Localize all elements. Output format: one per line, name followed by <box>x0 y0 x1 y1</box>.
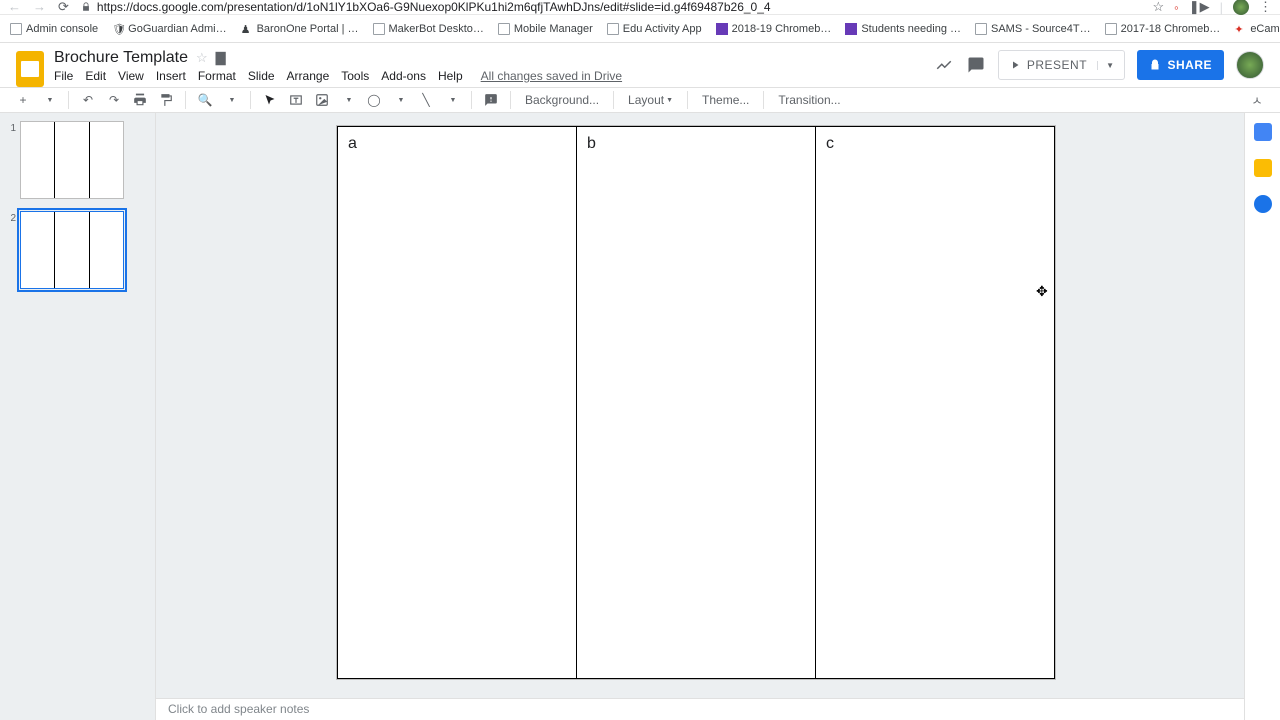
new-slide-button[interactable]: + <box>12 89 34 111</box>
extension-icon-2[interactable]: ❚▶ <box>1189 0 1210 15</box>
background-button[interactable]: Background... <box>519 89 605 111</box>
print-button[interactable] <box>129 89 151 111</box>
chrome-menu-icon[interactable]: ⋮ <box>1259 0 1272 15</box>
bookmark-item[interactable]: ♟BaronOne Portal | … <box>241 23 359 35</box>
chess-icon: ♟ <box>241 23 253 35</box>
line-tool[interactable]: ╲ <box>415 89 437 111</box>
image-tool[interactable] <box>311 89 333 111</box>
explore-icon[interactable] <box>934 55 954 75</box>
transition-button[interactable]: Transition... <box>772 89 846 111</box>
menu-slide[interactable]: Slide <box>248 69 275 83</box>
bookmark-item[interactable]: Edu Activity App <box>607 23 702 35</box>
bookmark-item[interactable]: ✦eCampus: Home <box>1234 23 1280 35</box>
calendar-icon[interactable] <box>1254 123 1272 141</box>
theme-button[interactable]: Theme... <box>696 89 755 111</box>
extension-icon-1[interactable]: ◦ <box>1174 0 1179 15</box>
paint-format-button[interactable] <box>155 89 177 111</box>
url-text: https://docs.google.com/presentation/d/1… <box>97 0 771 14</box>
star-icon[interactable]: ☆ <box>1152 0 1164 15</box>
doc-title[interactable]: Brochure Template <box>54 49 188 67</box>
select-tool[interactable] <box>259 89 281 111</box>
save-status[interactable]: All changes saved in Drive <box>481 69 622 83</box>
tasks-icon[interactable] <box>1254 195 1272 213</box>
forward-button[interactable]: → <box>33 0 46 15</box>
sheets-icon <box>845 23 857 35</box>
slide-thumbnail-1[interactable] <box>20 121 124 199</box>
menu-addons[interactable]: Add-ons <box>381 69 426 83</box>
image-dropdown[interactable]: ▼ <box>337 89 359 111</box>
bookmark-item[interactable]: 2018-19 Chromeb… <box>716 23 832 35</box>
present-button[interactable]: PRESENT ▼ <box>998 50 1126 80</box>
new-slide-dropdown[interactable]: ▼ <box>38 89 60 111</box>
textbox-tool[interactable] <box>285 89 307 111</box>
bookmark-item[interactable]: Students needing … <box>845 23 961 35</box>
lock-icon <box>81 2 91 12</box>
slides-logo[interactable] <box>16 51 44 87</box>
slide-canvas[interactable]: a b c <box>336 125 1056 680</box>
layout-button[interactable]: Layout ▼ <box>622 89 679 111</box>
bookmark-item[interactable]: SAMS - Source4T… <box>975 23 1091 35</box>
slide-column-b[interactable]: b <box>577 126 816 679</box>
shield-icon: 🛡 <box>112 23 124 35</box>
back-button[interactable]: ← <box>8 0 21 15</box>
filmstrip[interactable]: 1 2 <box>0 113 156 720</box>
slide-canvas-area[interactable]: a b c ✥ Click to add speaker notes <box>156 113 1244 720</box>
sheets-icon <box>716 23 728 35</box>
keep-icon[interactable] <box>1254 159 1272 177</box>
line-dropdown[interactable]: ▼ <box>441 89 463 111</box>
menu-view[interactable]: View <box>118 69 144 83</box>
undo-button[interactable]: ↶ <box>77 89 99 111</box>
speaker-notes[interactable]: Click to add speaker notes <box>156 698 1244 720</box>
menu-tools[interactable]: Tools <box>341 69 369 83</box>
toolbar: + ▼ ↶ ↷ 🔍 ▼ ▼ ◯ ▼ ╲ ▼ Background... Layo… <box>0 87 1280 113</box>
folder-icon[interactable]: ▇ <box>216 50 226 66</box>
shape-dropdown[interactable]: ▼ <box>389 89 411 111</box>
present-dropdown[interactable]: ▼ <box>1097 61 1114 70</box>
bookmark-item[interactable]: Admin console <box>10 23 98 35</box>
comment-button[interactable] <box>480 89 502 111</box>
comments-icon[interactable] <box>966 55 986 75</box>
play-icon <box>1009 59 1021 71</box>
zoom-dropdown[interactable]: ▼ <box>220 89 242 111</box>
campus-icon: ✦ <box>1234 23 1246 35</box>
profile-avatar[interactable] <box>1233 0 1249 15</box>
menu-insert[interactable]: Insert <box>156 69 186 83</box>
bookmarks-bar: Admin console 🛡GoGuardian Admi… ♟BaronOn… <box>0 15 1280 43</box>
address-bar[interactable]: https://docs.google.com/presentation/d/1… <box>81 0 1141 14</box>
bookmark-item[interactable]: MakerBot Deskto… <box>373 23 484 35</box>
zoom-button[interactable]: 🔍 <box>194 89 216 111</box>
menu-bar: File Edit View Insert Format Slide Arran… <box>54 69 622 83</box>
lock-icon <box>1149 59 1161 71</box>
menu-edit[interactable]: Edit <box>85 69 106 83</box>
menu-format[interactable]: Format <box>198 69 236 83</box>
bookmark-item[interactable]: Mobile Manager <box>498 23 593 35</box>
account-avatar[interactable] <box>1236 51 1264 79</box>
menu-arrange[interactable]: Arrange <box>287 69 330 83</box>
star-icon[interactable]: ☆ <box>196 50 208 66</box>
side-panel <box>1244 113 1280 720</box>
shape-tool[interactable]: ◯ <box>363 89 385 111</box>
thumb-number: 2 <box>6 211 16 289</box>
bookmark-item[interactable]: 🛡GoGuardian Admi… <box>112 23 226 35</box>
reload-button[interactable]: ⟳ <box>58 0 69 15</box>
thumb-number: 1 <box>6 121 16 199</box>
share-button[interactable]: SHARE <box>1137 50 1224 80</box>
slide-column-c[interactable]: c <box>816 126 1055 679</box>
slide-thumbnail-2[interactable] <box>20 211 124 289</box>
redo-button[interactable]: ↷ <box>103 89 125 111</box>
slide-column-a[interactable]: a <box>337 126 577 679</box>
menu-file[interactable]: File <box>54 69 73 83</box>
menu-help[interactable]: Help <box>438 69 463 83</box>
bookmark-item[interactable]: 2017-18 Chromeb… <box>1105 23 1221 35</box>
collapse-toolbar[interactable]: ㅅ <box>1246 89 1268 111</box>
